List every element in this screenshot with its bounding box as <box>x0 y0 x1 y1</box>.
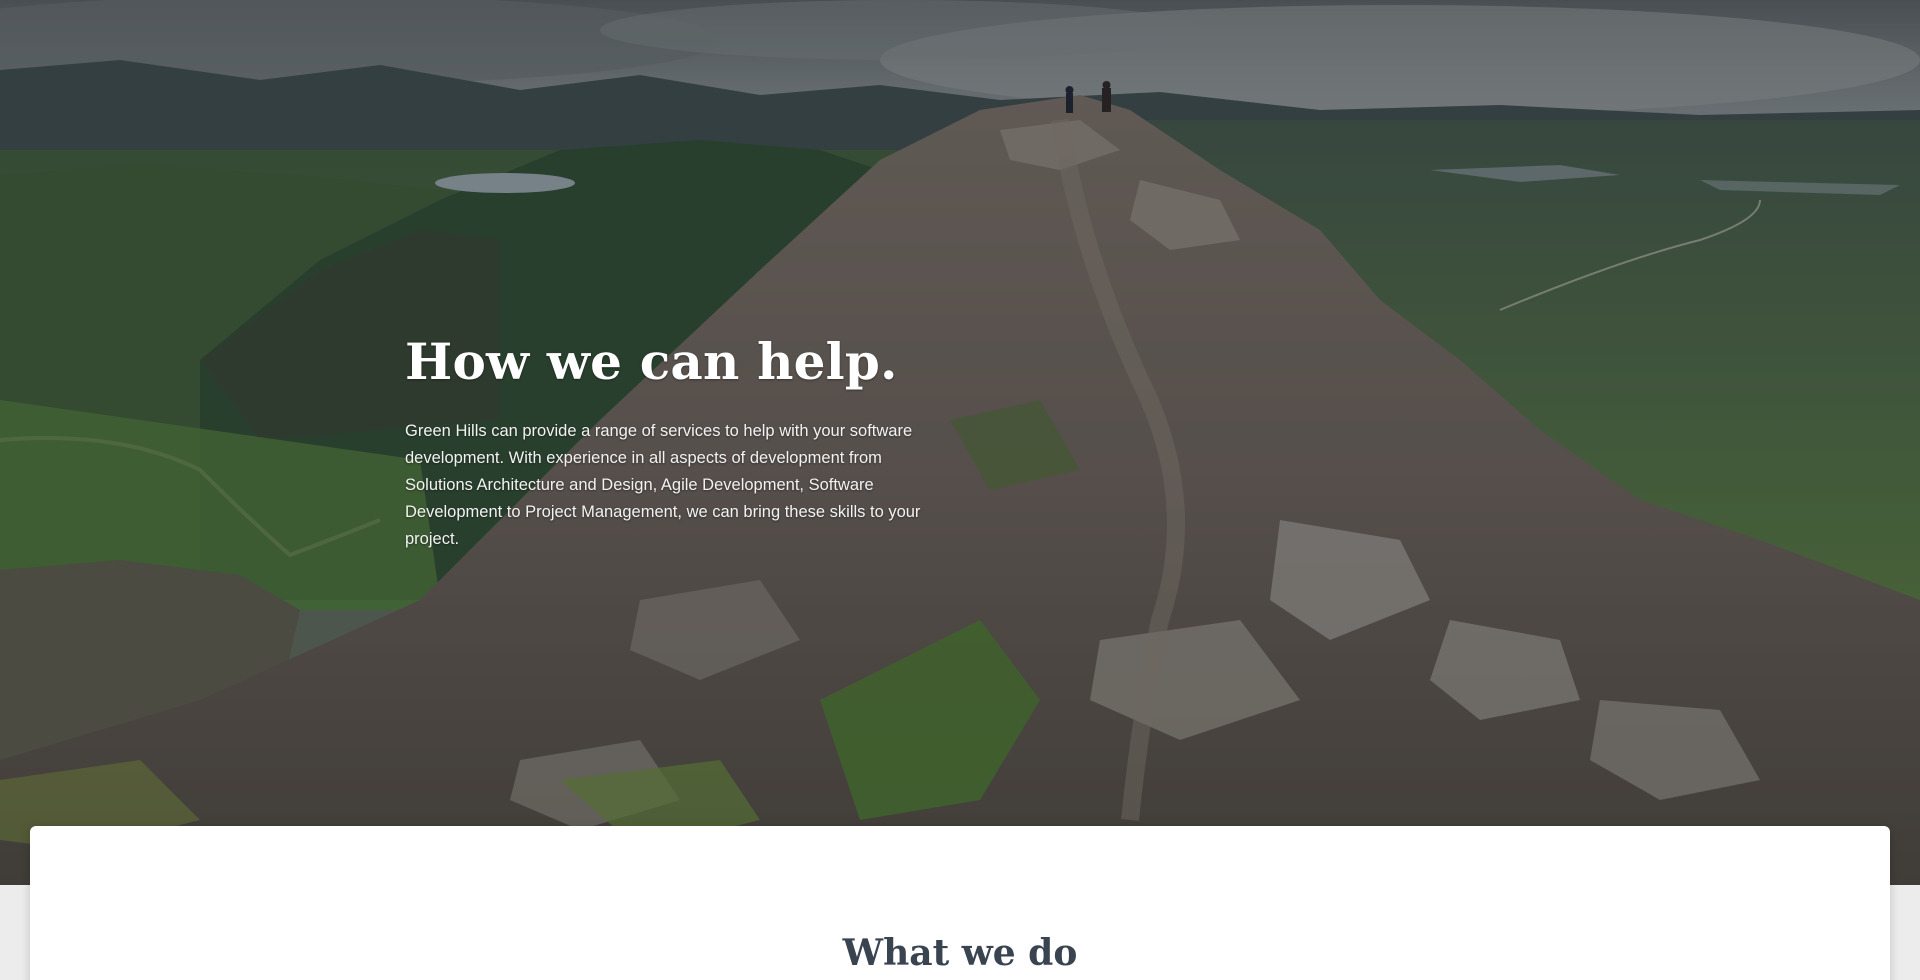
hero-section: How we can help. Green Hills can provide… <box>0 0 1920 885</box>
page: How we can help. Green Hills can provide… <box>0 0 1920 980</box>
section-title: What we do <box>842 932 1078 974</box>
hero-title: How we can help. <box>405 332 898 391</box>
hero-description: Green Hills can provide a range of servi… <box>405 422 921 548</box>
hero-content: How we can help. Green Hills can provide… <box>405 330 925 553</box>
what-we-do-card: What we do <box>30 826 1890 980</box>
hero-overlay <box>0 0 1920 885</box>
